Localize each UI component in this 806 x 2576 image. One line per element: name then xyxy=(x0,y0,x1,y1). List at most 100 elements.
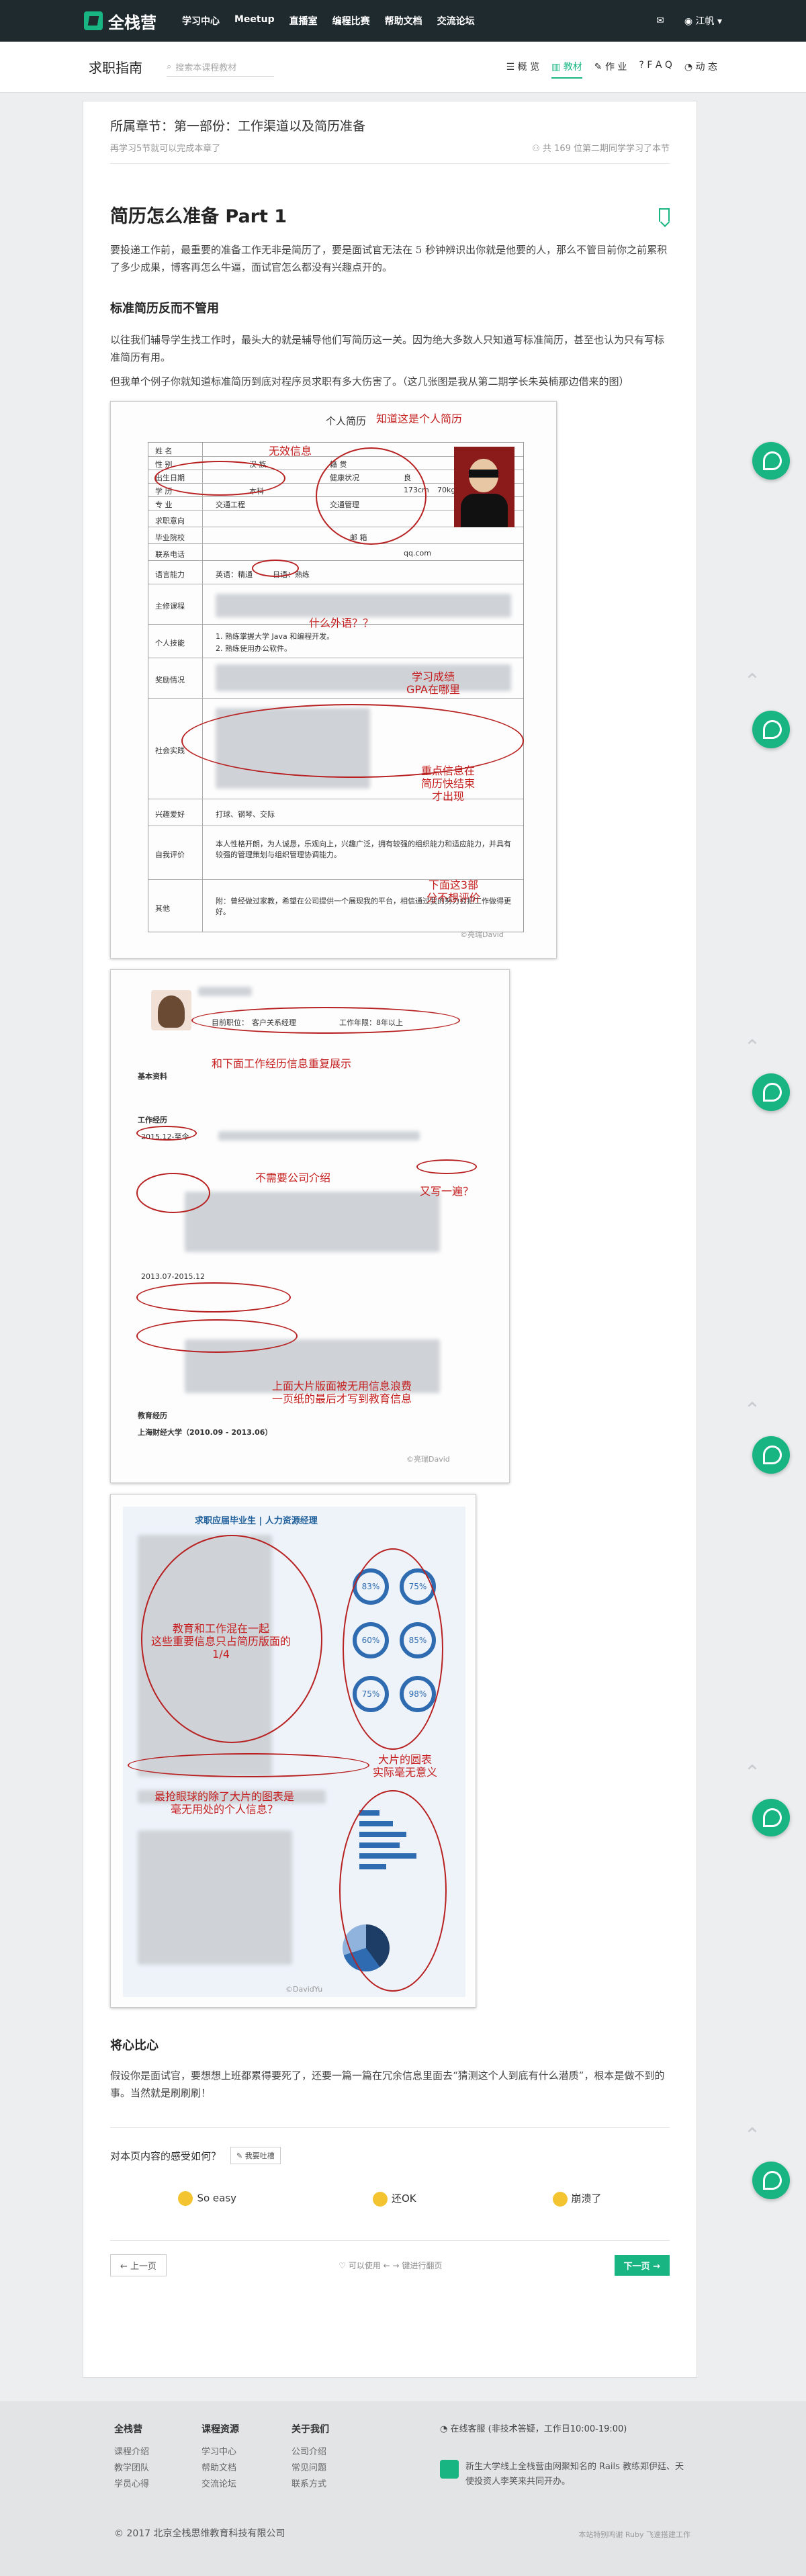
feedback-easy[interactable]: So easy xyxy=(178,2191,236,2207)
homework-icon: ✎ xyxy=(594,61,602,73)
chapter-stats: ⚇ 共 169 位第二期同学学习了本节 xyxy=(532,144,670,154)
prev-page-button[interactable]: ← 上一页 xyxy=(110,2254,167,2276)
footer: 全栈营 课程介绍 教学团队 学员心得 课程资源 学习中心 帮助文档 交流论坛 关… xyxy=(0,2401,806,2576)
user-menu[interactable]: ◉ 江帆 ▾ xyxy=(684,14,722,28)
label: 个人技能 xyxy=(155,639,185,648)
watermark: ©亮瑞David xyxy=(460,930,504,939)
label: 其他 xyxy=(155,904,170,913)
nav-link-forum[interactable]: 交流论坛 xyxy=(437,14,475,28)
scroll-top-icon[interactable]: ⌃ xyxy=(739,1760,766,1787)
annotation: 大片的圆表 实际毫无意义 xyxy=(373,1753,438,1779)
search-icon: ⌕ xyxy=(167,61,172,72)
annotation: 不需要公司介绍 xyxy=(255,1171,331,1184)
footer-link[interactable]: 帮助文档 xyxy=(202,2460,239,2477)
chat-fab[interactable] xyxy=(752,1799,790,1836)
lesson-content: 简历怎么准备 Part 1 要投递工作前，最重要的准备工作无非是简历了，要是面试… xyxy=(83,202,697,2276)
footer-col: 关于我们 公司介绍 常见问题 联系方式 xyxy=(292,2422,329,2493)
logo-text: 全栈营 xyxy=(108,13,156,32)
resume-heading: 个人简历 xyxy=(326,415,367,427)
logo-icon xyxy=(84,11,103,30)
chat-fab[interactable] xyxy=(752,442,790,480)
bookmark-icon[interactable] xyxy=(659,208,670,222)
label: 自我评价 xyxy=(155,850,185,859)
service-link[interactable]: ◔ 在线客服 (非技术答疑，工作日10:00-19:00) xyxy=(440,2422,688,2434)
footer-link[interactable]: 学员心得 xyxy=(114,2477,149,2493)
course-title: 求职指南 xyxy=(89,60,142,76)
intro-paragraph: 要投递工作前，最重要的准备工作无非是简历了，要是面试官无法在 5 秒钟辨识出你就… xyxy=(110,244,668,273)
scroll-top-icon[interactable]: ⌃ xyxy=(739,1397,766,1424)
footer-link[interactable]: 教学团队 xyxy=(114,2460,149,2477)
logo[interactable]: 全栈营 xyxy=(84,9,156,33)
tab-overview[interactable]: ☰ 概 览 xyxy=(506,56,539,79)
footer-link[interactable]: 公司介绍 xyxy=(292,2444,329,2460)
arrow-right-icon: → xyxy=(653,2261,660,2272)
happy-face-icon xyxy=(178,2191,193,2206)
footer-link[interactable]: 交流论坛 xyxy=(202,2477,239,2493)
faq-icon: ? xyxy=(639,59,644,71)
profile-photo xyxy=(454,447,514,527)
label: 奖励情况 xyxy=(155,676,185,684)
paragraph: 假设你是面试官，要想想上班都累得要死了，还要一篇一篇在冗余信息里面去“猜测这个人… xyxy=(110,2070,665,2099)
chat-icon: ◔ xyxy=(440,2424,448,2434)
mail-icon[interactable]: ✉ xyxy=(656,15,664,26)
chat-fab[interactable] xyxy=(752,2162,790,2199)
section-heading: 标准简历反而不管用 xyxy=(110,302,219,316)
nav-link-meetup[interactable]: Meetup xyxy=(234,14,275,28)
tab-homework[interactable]: ✎ 作 业 xyxy=(594,56,627,79)
feedback-ok[interactable]: 还OK xyxy=(372,2191,416,2207)
section-title: 基本资料 xyxy=(138,1072,167,1081)
nav-link-contest[interactable]: 编程比赛 xyxy=(332,14,370,28)
chat-fab[interactable] xyxy=(752,1073,790,1111)
nav-link-docs[interactable]: 帮助文档 xyxy=(385,14,422,28)
top-navbar: 全栈营 学习中心 Meetup 直播室 编程比赛 帮助文档 交流论坛 ✉ ◉ 江… xyxy=(0,0,806,42)
users-icon: ⚇ xyxy=(532,144,540,154)
section-title: 工作经历 xyxy=(138,1116,167,1124)
tab-activity[interactable]: ◔ 动 态 xyxy=(684,56,717,79)
chat-fab[interactable] xyxy=(752,711,790,748)
materials-icon: ▥ xyxy=(551,61,561,73)
cell: 本人性格开朗，为人诚恳，乐观向上，兴趣广泛，拥有较强的组织能力和适应能力，并具有… xyxy=(216,840,511,859)
annotation: 和下面工作经历信息重复展示 xyxy=(212,1057,352,1070)
cell: 70kg xyxy=(437,486,456,494)
footer-link[interactable]: 联系方式 xyxy=(292,2477,329,2493)
footer-link[interactable]: 学习中心 xyxy=(202,2444,239,2460)
resume-image-1: 个人简历 姓 名 性 别 出生日期 学 历 专 业 求职意向 毕业院校 联系电话… xyxy=(110,401,557,959)
cell: 2. 熟练使用办公软件。 xyxy=(216,644,292,653)
chapter-progress: 再学习5节就可以完成本章了 xyxy=(110,144,221,154)
comment-icon: ✎ xyxy=(236,2151,243,2160)
next-page-button[interactable]: 下一页 → xyxy=(614,2254,670,2276)
label: 专 业 xyxy=(155,500,173,509)
entry-date: 2013.07-2015.12 xyxy=(141,1272,205,1281)
annotation: 学习成绩 GPA在哪里 xyxy=(406,670,460,697)
course-search[interactable]: ⌕ 搜索本课程教材 xyxy=(167,58,274,77)
complain-button[interactable]: ✎ 我要吐槽 xyxy=(230,2147,281,2164)
lesson-title: 简历怎么准备 Part 1 xyxy=(110,206,287,227)
lesson-card: 所属章节：第一部份：工作渠道以及简历准备 再学习5节就可以完成本章了 ⚇ 共 1… xyxy=(83,101,697,2378)
scroll-top-icon[interactable]: ⌃ xyxy=(739,668,766,695)
watermark: ©亮瑞David xyxy=(406,1455,450,1464)
feedback-crash[interactable]: 崩溃了 xyxy=(552,2191,602,2207)
paragraph: 以往我们辅导学生找工作时，最头大的就是辅导他们写简历这一关。因为绝大多数人只知道… xyxy=(110,334,665,363)
footer-link[interactable]: 常见问题 xyxy=(292,2460,329,2477)
nav-link-live[interactable]: 直播室 xyxy=(289,14,318,28)
customer-service: ◔ 在线客服 (非技术答疑，工作日10:00-19:00) 新生大学线上全栈营由… xyxy=(440,2422,688,2489)
bulb-icon: ♡ xyxy=(339,2260,346,2270)
annotation: 什么外语？？ xyxy=(309,617,374,629)
label: 兴趣爱好 xyxy=(155,810,185,819)
chat-fab[interactable] xyxy=(752,1436,790,1474)
cell: 1. 熟练掌握大学 Java 和编程开发。 xyxy=(216,632,334,641)
nav-link-learning[interactable]: 学习中心 xyxy=(182,14,220,28)
label: 社会实践 xyxy=(155,746,185,755)
avatar xyxy=(151,990,191,1030)
footer-link[interactable]: 课程介绍 xyxy=(114,2444,149,2460)
resume-image-2: 目前职位： 客户关系经理 工作年限： 8年以上 基本资料 工作经历 2015.1… xyxy=(110,969,510,1483)
section-heading: 将心比心 xyxy=(110,2039,159,2053)
annotation: 又写一遍？ xyxy=(420,1185,474,1198)
scroll-top-icon[interactable]: ⌃ xyxy=(739,1034,766,1061)
label: 求职意向 xyxy=(155,517,185,525)
search-input[interactable]: 搜索本课程教材 xyxy=(175,60,236,73)
tab-faq[interactable]: ? F A Q xyxy=(639,56,672,79)
tab-materials[interactable]: ▥ 教材 xyxy=(551,56,582,79)
scroll-top-icon[interactable]: ⌃ xyxy=(739,2123,766,2149)
cell: 英语：精通 xyxy=(216,570,253,579)
